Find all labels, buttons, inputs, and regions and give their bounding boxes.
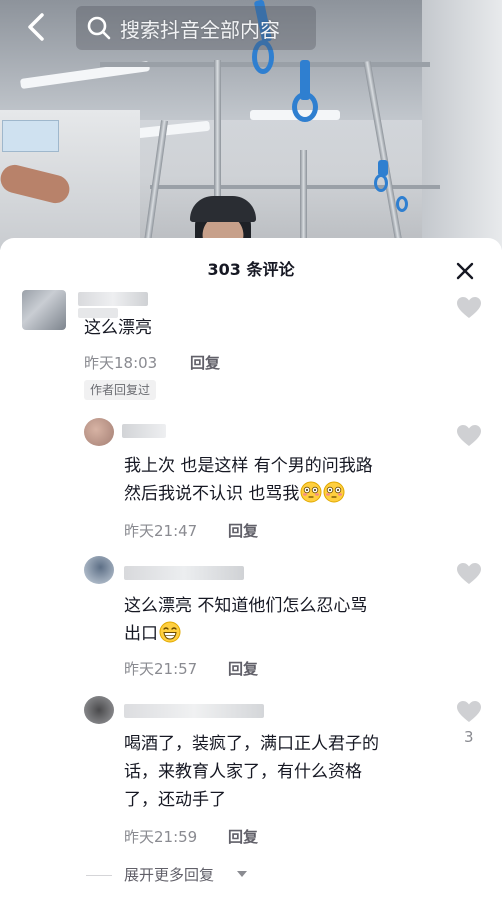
avatar[interactable] (84, 418, 114, 446)
wall-sign (2, 120, 59, 152)
close-icon[interactable] (454, 260, 476, 282)
flushed-face-icon (323, 481, 345, 503)
reply-text-line: 然后我说不认识 也骂我 (124, 480, 373, 508)
handrail (150, 185, 440, 189)
avatar[interactable] (84, 556, 114, 584)
comment-text: 这么漂亮 (84, 318, 152, 338)
grinning-face-icon (159, 621, 181, 643)
reply-text-line: 出口 (124, 620, 367, 648)
avatar[interactable] (22, 290, 66, 330)
heart-icon[interactable] (456, 562, 482, 586)
reply-text-line: 了，还动手了 (124, 790, 226, 810)
reply-text: 这么漂亮 不知道他们怎么忍心骂 出口 (124, 592, 367, 648)
reply-text-segment: 出口 (124, 624, 158, 644)
back-icon[interactable] (20, 10, 54, 44)
reply-button[interactable]: 回复 (228, 826, 258, 847)
train-wall-right (422, 0, 502, 250)
reply-button[interactable]: 回复 (228, 520, 258, 541)
reply-text-line: 喝酒了，装疯了，满口正人君子的 (124, 734, 379, 754)
reply-time: 昨天21:57 (124, 660, 198, 678)
comments-sheet: 303 条评论 这么漂亮 昨天18:03 回复 作者回复过 我上次 也是这样 有… (0, 238, 502, 900)
reply-time: 昨天21:47 (124, 522, 198, 540)
heart-icon[interactable] (456, 424, 482, 448)
username-blurred[interactable] (78, 292, 148, 306)
reply-button[interactable]: 回复 (228, 658, 258, 679)
search-placeholder: 搜索抖音全部内容 (120, 18, 280, 42)
chevron-down-icon[interactable] (236, 869, 248, 879)
hand-grip (292, 92, 318, 122)
reply-text-line: 我上次 也是这样 有个男的问我路 (124, 456, 373, 476)
reply-text-line: 话，来教育人家了，有什么资格 (124, 762, 362, 782)
reply-time: 昨天21:59 (124, 828, 198, 846)
reply-text: 我上次 也是这样 有个男的问我路 然后我说不认识 也骂我 (124, 452, 373, 508)
search-icon (87, 16, 111, 40)
train-pole (300, 150, 307, 250)
username-blurred[interactable] (124, 704, 264, 718)
avatar[interactable] (84, 696, 114, 724)
heart-icon[interactable] (456, 296, 482, 320)
author-replied-badge: 作者回复过 (84, 380, 157, 400)
comment-time: 昨天18:03 (84, 354, 158, 372)
expand-more-replies-button[interactable]: 展开更多回复 (124, 864, 214, 885)
flushed-face-icon (300, 481, 322, 503)
reply-text: 喝酒了，装疯了，满口正人君子的 话，来教育人家了，有什么资格 了，还动手了 (124, 730, 379, 814)
heart-icon[interactable] (456, 700, 482, 724)
username-blurred[interactable] (124, 566, 244, 580)
username-blurred[interactable] (122, 424, 166, 438)
like-count: 3 (464, 728, 474, 746)
hand-grip (396, 196, 408, 212)
reply-text-line: 这么漂亮 不知道他们怎么忍心骂 (124, 596, 368, 616)
comments-count-title: 303 条评论 (207, 260, 295, 279)
expand-divider (86, 875, 112, 876)
hand-grip (374, 174, 388, 192)
passenger-cap (190, 196, 256, 222)
reply-text-segment: 然后我说不认识 也骂我 (124, 484, 300, 504)
reply-button[interactable]: 回复 (190, 352, 220, 373)
